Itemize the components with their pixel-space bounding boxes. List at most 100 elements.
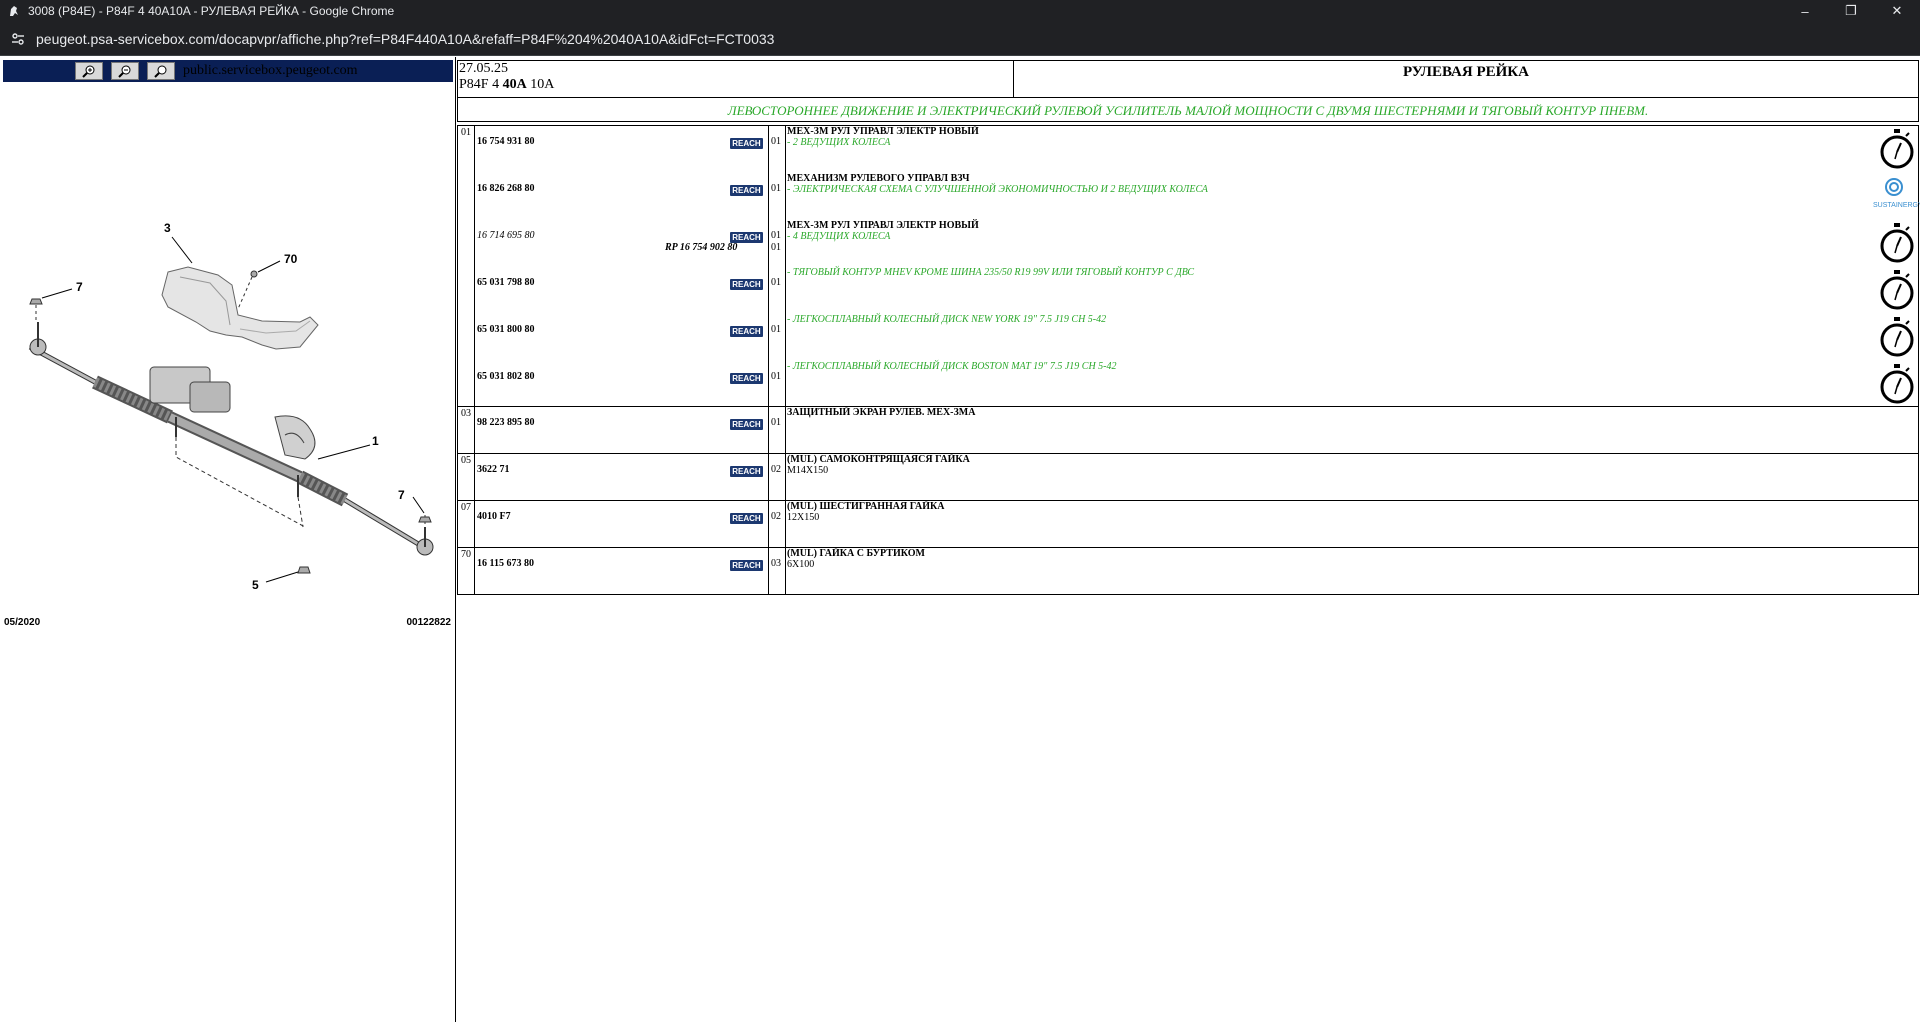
part-note: 6X100: [787, 559, 815, 570]
part-description: ЗАЩИТНЫЙ ЭКРАН РУЛЕВ. МЕХ-ЗМА: [787, 407, 975, 418]
sustainergy-icon: [1885, 178, 1903, 196]
part-row[interactable]: 16 115 673 80 REACH 03 (MUL) ГАЙКА С БУРТИК…: [475, 548, 1918, 595]
window-title: 3008 (P84E) - P84F 4 40A10A - РУЛЕВАЯ РЕ…: [28, 4, 395, 18]
part-reference[interactable]: 65 031 798 80: [477, 277, 535, 288]
reach-badge[interactable]: REACH: [730, 419, 763, 430]
part-description: - ЛЕГКОСПЛАВНЫЙ КОЛЕСНЫЙ ДИСК NEW YORK 1…: [787, 314, 1106, 325]
callout-1: 1: [372, 434, 379, 448]
reach-badge[interactable]: REACH: [730, 326, 763, 337]
zoom-in-icon[interactable]: [75, 62, 103, 80]
part-quantity: 01: [771, 324, 781, 335]
part-description: - ТЯГОВЫЙ КОНТУР MHEV КРОМЕ ШИНА 235/50 …: [787, 267, 1194, 278]
part-reference[interactable]: 65 031 800 80: [477, 324, 535, 335]
part-row[interactable]: 16 826 268 80 REACH 01 МЕХАНИЗМ РУЛЕВОГО УП…: [475, 173, 1918, 220]
domain-label: public.servicebox.peugeot.com: [183, 63, 358, 78]
reach-badge[interactable]: REACH: [730, 466, 763, 477]
page-title: РУЛЕВАЯ РЕЙКА: [1402, 64, 1530, 80]
part-description: (MUL) ШЕСТИГРАННАЯ ГАЙКА 12X150: [787, 501, 944, 523]
zoom-out-icon[interactable]: [111, 62, 139, 80]
replacement-reference[interactable]: RP 16 754 902 80: [665, 242, 737, 253]
callout-5: 5: [252, 578, 259, 592]
reach-badge[interactable]: REACH: [730, 513, 763, 524]
part-row[interactable]: 4010 F7 REACH 02 (MUL) ШЕСТИГРАННАЯ ГАЙКА 12…: [475, 501, 1918, 548]
group-index: 03: [458, 407, 475, 453]
part-row[interactable]: 65 031 798 80 REACH 01 - ТЯГОВЫЙ КОНТУР MHE…: [475, 267, 1918, 314]
page-content: public.servicebox.peugeot.com 3 70 7 1 7…: [0, 57, 1920, 1031]
part-quantity: 02: [771, 511, 781, 522]
part-reference[interactable]: 16 826 268 80: [477, 183, 535, 194]
ref-bold: 40A: [502, 77, 527, 92]
callout-70: 70: [284, 252, 298, 266]
part-note: - 2 ВЕДУЩИХ КОЛЕСА: [787, 137, 891, 148]
diagram-date: 05/2020: [4, 617, 41, 628]
site-info-icon[interactable]: [8, 29, 28, 49]
sustainergy-logo: SUSTAINERGY: [1873, 177, 1920, 211]
callout-3: 3: [164, 221, 171, 235]
header-date: 27.05.25: [459, 61, 508, 76]
reach-badge[interactable]: REACH: [730, 138, 763, 149]
part-quantity: 01: [771, 417, 781, 428]
part-name: (MUL) ГАЙКА С БУРТИКОМ: [787, 548, 925, 559]
part-group: 03 98 223 895 80 REACH 01 ЗАЩИТНЫЙ ЭКРАН РУЛ…: [457, 407, 1919, 454]
close-button[interactable]: ✕: [1874, 0, 1920, 22]
stopwatch-icon[interactable]: [1879, 222, 1915, 264]
part-row[interactable]: 16 754 931 80 REACH 01 МЕХ-ЗМ РУЛ УПРАВЛ ЭЛ…: [475, 126, 1918, 173]
part-reference[interactable]: 65 031 802 80: [477, 371, 535, 382]
parts-table: 01 16 754 931 80 REACH 01 МЕХ-ЗМ РУЛ УПРАВЛ …: [457, 125, 1920, 595]
url-text[interactable]: peugeot.psa-servicebox.com/docapvpr/affi…: [36, 31, 774, 47]
part-reference[interactable]: 3622 71: [477, 464, 510, 475]
part-note: - ЭЛЕКТРИЧЕСКАЯ СХЕМА С УЛУЧШЕННОЙ ЭКОНО…: [787, 184, 1208, 195]
stopwatch-icon[interactable]: [1879, 363, 1915, 405]
part-reference[interactable]: 98 223 895 80: [477, 417, 535, 428]
part-quantity: 01: [771, 277, 781, 288]
part-row[interactable]: 98 223 895 80 REACH 01 ЗАЩИТНЫЙ ЭКРАН РУЛЕВ…: [475, 407, 1918, 454]
part-row[interactable]: 3622 71 REACH 02 (MUL) САМОКОНТРЯЩАЯСЯ ГАЙК…: [475, 454, 1918, 501]
part-quantity: 01: [771, 136, 781, 147]
part-group: 70 16 115 673 80 REACH 03 (MUL) ГАЙКА С БУРТ…: [457, 548, 1919, 595]
diagram-pane: public.servicebox.peugeot.com 3 70 7 1 7…: [0, 57, 456, 1022]
part-description: МЕХАНИЗМ РУЛЕВОГО УПРАВЛ ВЗЧ - ЭЛЕКТРИЧЕС…: [787, 173, 1208, 195]
part-name: ЗАЩИТНЫЙ ЭКРАН РУЛЕВ. МЕХ-ЗМА: [787, 407, 976, 418]
stopwatch-icon[interactable]: [1879, 269, 1915, 311]
part-note: - ЛЕГКОСПЛАВНЫЙ КОЛЕСНЫЙ ДИСК BOSTON MAT…: [787, 361, 1117, 372]
header-left: 27.05.25 P84F 4 40A 10A: [458, 61, 1014, 97]
minimize-button[interactable]: –: [1782, 0, 1828, 22]
reach-badge[interactable]: REACH: [730, 279, 763, 290]
part-note: - ТЯГОВЫЙ КОНТУР MHEV КРОМЕ ШИНА 235/50 …: [787, 267, 1195, 278]
header-ref: P84F 4 40A 10A: [459, 77, 1013, 93]
part-note: - ЛЕГКОСПЛАВНЫЙ КОЛЕСНЫЙ ДИСК NEW YORK 1…: [787, 314, 1107, 325]
replacement-quantity: 01: [771, 242, 781, 253]
part-reference[interactable]: 16 754 931 80: [477, 136, 535, 147]
part-row[interactable]: 65 031 802 80 REACH 01 - ЛЕГКОСПЛАВНЫЙ КОЛЕ…: [475, 361, 1918, 408]
part-description: (MUL) ГАЙКА С БУРТИКОМ 6X100: [787, 548, 925, 570]
part-name: МЕХ-ЗМ РУЛ УПРАВЛ ЭЛЕКТР НОВЫЙ: [787, 220, 979, 231]
reach-badge[interactable]: REACH: [730, 185, 763, 196]
reach-badge[interactable]: REACH: [730, 373, 763, 384]
part-note: - 4 ВЕДУЩИХ КОЛЕСА: [787, 231, 891, 242]
group-index: 70: [458, 548, 475, 594]
part-note: M14X150: [787, 465, 829, 476]
restore-button[interactable]: ❐: [1828, 0, 1874, 22]
part-name: (MUL) САМОКОНТРЯЩАЯСЯ ГАЙКА: [787, 454, 970, 465]
reach-badge[interactable]: REACH: [730, 560, 763, 571]
part-row[interactable]: 65 031 800 80 REACH 01 - ЛЕГКОСПЛАВНЫЙ КОЛЕ…: [475, 314, 1918, 361]
part-quantity: 01: [771, 183, 781, 194]
part-row[interactable]: 16 714 695 80 REACH 01 МЕХ-ЗМ РУЛ УПРАВЛ ЭЛ…: [475, 220, 1918, 267]
part-reference[interactable]: 4010 F7: [477, 511, 511, 522]
group-index: 05: [458, 454, 475, 500]
stopwatch-icon[interactable]: [1879, 128, 1915, 170]
zoom-reset-icon[interactable]: [147, 62, 175, 80]
stopwatch-icon[interactable]: [1879, 316, 1915, 358]
window-titlebar: 3008 (P84E) - P84F 4 40A10A - РУЛЕВАЯ РЕ…: [0, 0, 1920, 22]
address-bar[interactable]: peugeot.psa-servicebox.com/docapvpr/affi…: [0, 22, 1920, 56]
variant-description: ЛЕВОСТОРОННЕЕ ДВИЖЕНИЕ И ЭЛЕКТРИЧЕСКИЙ Р…: [457, 98, 1919, 122]
part-reference[interactable]: 16 115 673 80: [477, 558, 534, 569]
part-name: (MUL) ШЕСТИГРАННАЯ ГАЙКА: [787, 501, 945, 512]
part-name: МЕХАНИЗМ РУЛЕВОГО УПРАВЛ ВЗЧ: [787, 173, 970, 184]
part-name: МЕХ-ЗМ РУЛ УПРАВЛ ЭЛЕКТР НОВЫЙ: [787, 126, 979, 137]
steering-rack-diagram: 3 70 7 1 7 5: [28, 221, 434, 592]
part-group: 07 4010 F7 REACH 02 (MUL) ШЕСТИГРАННАЯ ГАЙКА…: [457, 501, 1919, 548]
part-quantity: 02: [771, 464, 781, 475]
sustainergy-label: SUSTAINERGY: [1873, 202, 1920, 209]
part-reference[interactable]: 16 714 695 80: [477, 230, 535, 241]
